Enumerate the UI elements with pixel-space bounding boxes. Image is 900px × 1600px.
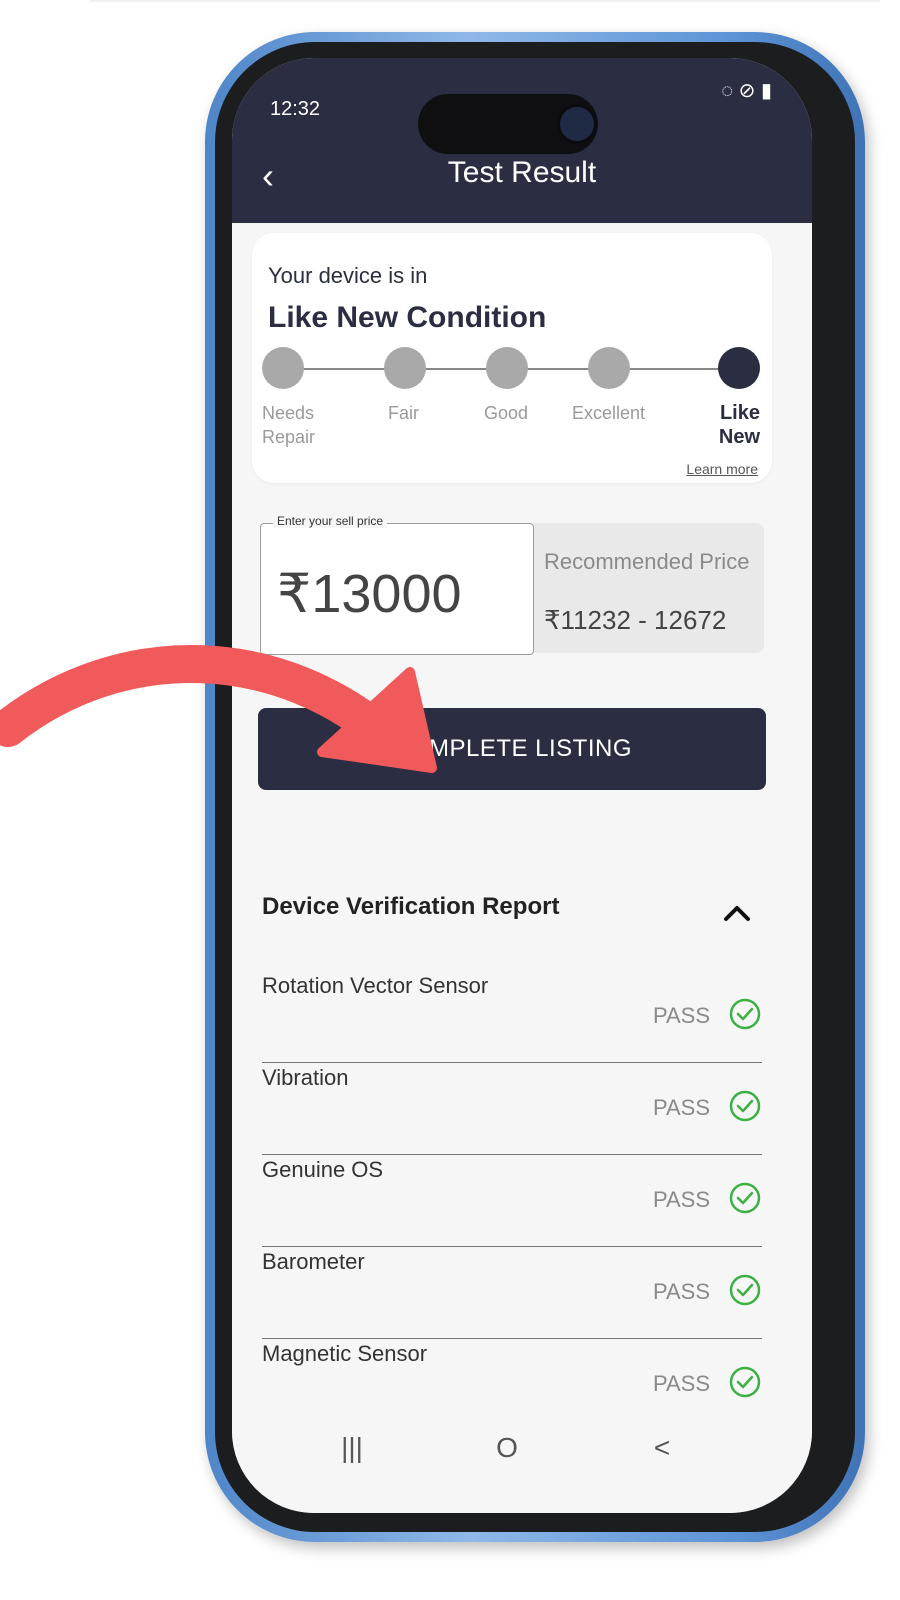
condition-card: Your device is in Like New Condition Nee… [252, 233, 772, 483]
check-circle-icon [729, 1182, 761, 1214]
stage-dot-needs-repair [262, 347, 304, 389]
sell-price-input[interactable]: Enter your sell price ₹13000 [260, 514, 534, 655]
stage-label-fair: Fair [388, 403, 419, 423]
report-row: Rotation Vector Sensor PASS [262, 973, 762, 1063]
condition-headline: Like New Condition [268, 301, 547, 334]
status-time: 12:32 [270, 98, 321, 120]
stage-label-excellent: Excellent [572, 403, 646, 423]
row-divider [262, 1338, 762, 1339]
nav-back-button[interactable]: < [632, 1423, 692, 1473]
recommended-price-box: Recommended Price ₹11232 - 12672 [534, 523, 764, 653]
stage-dot-like-new [718, 347, 760, 389]
home-button[interactable]: O [477, 1423, 537, 1473]
check-circle-icon [729, 1366, 761, 1398]
report-row-name: Magnetic Sensor [262, 1341, 428, 1366]
report-row-name: Barometer [262, 1249, 365, 1274]
check-circle-icon [729, 998, 761, 1030]
sell-price-legend: Enter your sell price [273, 514, 388, 528]
row-divider [262, 1246, 762, 1247]
stage-label-needs-repair: Needs Repair [262, 403, 316, 447]
stage-dot-good [486, 347, 528, 389]
android-nav-bar: ||| O < [232, 1403, 812, 1513]
stage-dot-fair [384, 347, 426, 389]
report-row-status: PASS [652, 1095, 710, 1120]
report-row-status: PASS [652, 1279, 710, 1304]
check-circle-icon [729, 1090, 761, 1122]
report-row-name: Rotation Vector Sensor [262, 973, 489, 998]
report-title: Device Verification Report [262, 893, 560, 920]
page-title: Test Result [447, 156, 597, 189]
report-row: Vibration PASS [262, 1065, 762, 1155]
phone-screen: 12:32 ◌ ⊘ ▮ ‹ Test Result Your device is… [232, 58, 812, 1513]
top-edge-line [90, 0, 880, 2]
report-row-status: PASS [652, 1187, 710, 1212]
stage-label-like-new: Like New [718, 402, 760, 448]
recents-button[interactable]: ||| [322, 1423, 382, 1473]
app-header: 12:32 ◌ ⊘ ▮ ‹ Test Result [232, 58, 812, 223]
learn-more-link[interactable]: Learn more [686, 461, 758, 477]
sell-price-value: ₹13000 [277, 564, 462, 624]
report-row-status: PASS [652, 1003, 710, 1028]
recommended-price-label: Recommended Price [544, 549, 750, 574]
condition-intro: Your device is in [268, 263, 428, 288]
row-divider [262, 1062, 762, 1063]
report-row: Genuine OS PASS [262, 1157, 762, 1247]
report-row-name: Genuine OS [262, 1157, 384, 1182]
report-row-status: PASS [652, 1371, 710, 1396]
status-icons: ◌ ⊘ ▮ [721, 80, 772, 102]
report-row: Barometer PASS [262, 1249, 762, 1339]
check-circle-icon [729, 1274, 761, 1306]
recommended-price-range: ₹11232 - 12672 [544, 605, 727, 635]
report-row-name: Vibration [262, 1065, 349, 1090]
stage-dot-excellent [588, 347, 630, 389]
complete-listing-button[interactable]: COMPLETE LISTING [258, 708, 766, 790]
stage-label-good: Good [484, 403, 529, 423]
chevron-up-icon[interactable] [722, 898, 752, 928]
row-divider [262, 1154, 762, 1155]
camera-icon [557, 104, 597, 144]
